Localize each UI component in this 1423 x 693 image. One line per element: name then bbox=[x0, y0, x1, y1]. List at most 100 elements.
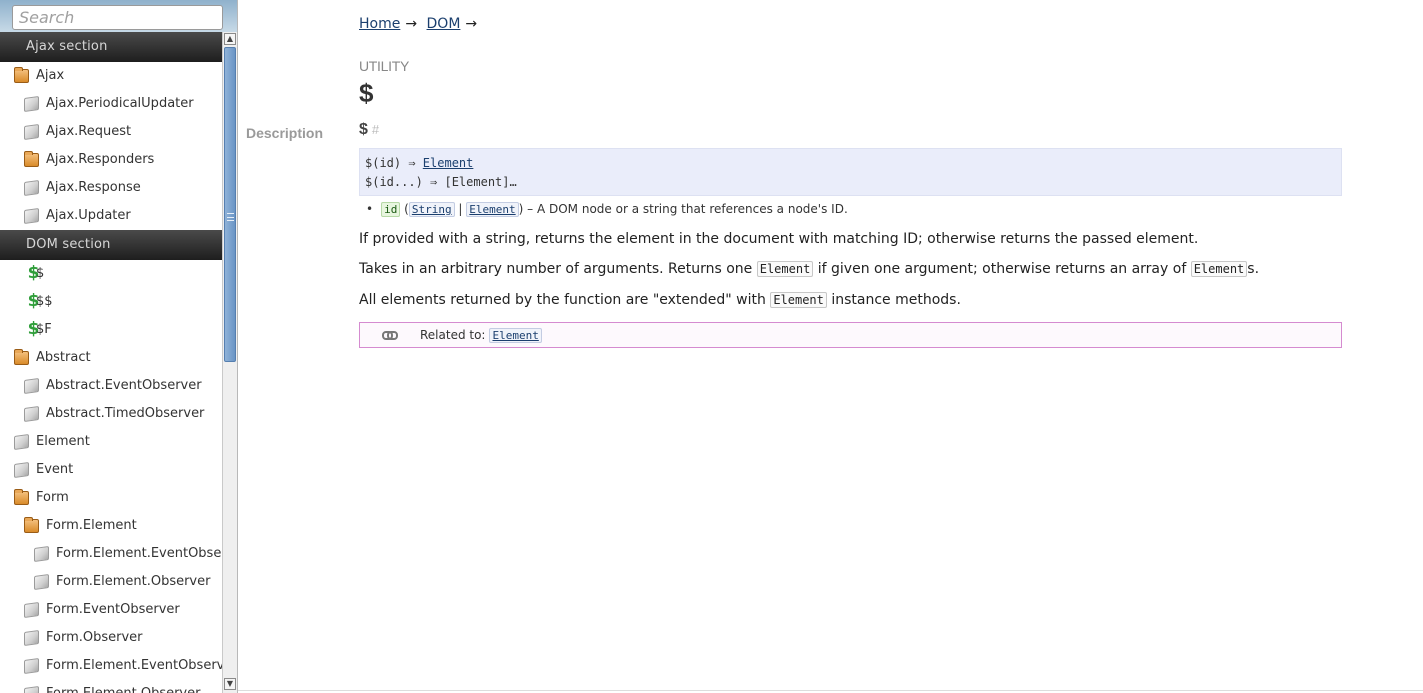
sidebar-item-label: Form.Element.Observer bbox=[46, 680, 200, 693]
folder-icon bbox=[14, 489, 29, 505]
sidebar-item[interactable]: Form bbox=[0, 484, 222, 512]
cube-icon bbox=[24, 179, 39, 197]
sidebar-item[interactable]: Ajax.PeriodicalUpdater bbox=[0, 90, 222, 118]
paragraph-2-text-b: if given one argument; otherwise returns… bbox=[813, 261, 1191, 277]
signature-box: $(id) ⇒ Element $(id...) ⇒ [Element]… bbox=[359, 148, 1342, 196]
folder-icon bbox=[14, 67, 29, 83]
cube-icon bbox=[14, 461, 29, 479]
sidebar-section-header: DOM section bbox=[0, 230, 222, 260]
folder-icon bbox=[24, 517, 39, 533]
related-element-link[interactable]: Element bbox=[489, 328, 542, 343]
inline-code-element: Element bbox=[756, 261, 814, 277]
folder-icon bbox=[14, 349, 29, 365]
breadcrumb: Home → DOM → bbox=[359, 16, 482, 32]
related-to-box: Related to: Element bbox=[359, 322, 1342, 348]
cube-icon bbox=[24, 95, 39, 113]
category-label: UTILITY bbox=[359, 58, 410, 74]
scroll-up-arrow-icon[interactable]: ▲ bbox=[224, 33, 236, 45]
inline-code-element: Element bbox=[770, 292, 827, 308]
cube-icon bbox=[34, 573, 49, 591]
sidebar-item-label: Form.Element bbox=[46, 518, 137, 533]
link-icon bbox=[382, 330, 398, 340]
param-description: – A DOM node or a string that references… bbox=[523, 202, 848, 216]
sidebar-item-label: $$ bbox=[36, 294, 53, 309]
sidebar-item-label: Abstract.EventObserver bbox=[46, 378, 202, 393]
method-permalink[interactable]: # bbox=[372, 122, 379, 137]
sidebar-item-label: Form.Element.EventObserver bbox=[46, 658, 222, 673]
breadcrumb-arrow-icon: → bbox=[405, 16, 418, 32]
description-paragraph-2: Takes in an arbitrary number of argument… bbox=[359, 261, 1259, 277]
sidebar-item[interactable]: $ $ bbox=[0, 260, 222, 288]
divider bbox=[238, 690, 1423, 691]
sidebar-section-header: Ajax section bbox=[0, 32, 222, 62]
cube-icon bbox=[24, 685, 39, 693]
cube-icon bbox=[24, 629, 39, 647]
cube-icon bbox=[34, 545, 49, 563]
description-paragraph-1: If provided with a string, returns the e… bbox=[359, 231, 1199, 247]
sidebar-item[interactable]: Ajax.Responders bbox=[0, 146, 222, 174]
sidebar-menu: Ajax section Ajax Ajax.PeriodicalUpdater Aj… bbox=[0, 32, 222, 693]
param-name: id bbox=[381, 202, 401, 217]
signature-line-2: $(id...) ⇒ [Element]… bbox=[365, 175, 517, 189]
sidebar-item[interactable]: $ $F bbox=[0, 316, 222, 344]
sidebar-item[interactable]: Form.Element bbox=[0, 512, 222, 540]
sidebar-item[interactable]: $ $$ bbox=[0, 288, 222, 316]
cube-icon bbox=[14, 433, 29, 451]
sidebar-item[interactable]: Ajax.Request bbox=[0, 118, 222, 146]
sidebar-item[interactable]: Form.Element.EventObserver bbox=[0, 652, 222, 680]
sidebar-item[interactable]: Form.Element.Observer bbox=[0, 568, 222, 596]
sidebar: Ajax section Ajax Ajax.PeriodicalUpdater Aj… bbox=[0, 0, 238, 693]
description-paragraph-3: All elements returned by the function ar… bbox=[359, 292, 961, 308]
breadcrumb-arrow-icon: → bbox=[465, 16, 478, 32]
sidebar-item[interactable]: Abstract bbox=[0, 344, 222, 372]
sidebar-item-label: Form bbox=[36, 490, 69, 505]
cube-icon bbox=[24, 377, 39, 395]
related-to-label: Related to: bbox=[420, 328, 486, 342]
sidebar-item[interactable]: Event bbox=[0, 456, 222, 484]
signature-element-link[interactable]: Element bbox=[423, 156, 474, 170]
sidebar-item[interactable]: Ajax bbox=[0, 62, 222, 90]
sidebar-item-label: Ajax.Updater bbox=[46, 208, 131, 223]
cube-icon bbox=[24, 123, 39, 141]
scrollbar-thumb[interactable] bbox=[224, 47, 236, 362]
cube-icon bbox=[24, 405, 39, 423]
sidebar-scrollbar[interactable]: ▲ ▼ bbox=[222, 32, 237, 693]
sidebar-item[interactable]: Abstract.TimedObserver bbox=[0, 400, 222, 428]
sidebar-item[interactable]: Element bbox=[0, 428, 222, 456]
method-heading: $ # bbox=[359, 121, 379, 139]
param-type-element-link[interactable]: Element bbox=[466, 202, 519, 217]
scrollbar-grip-icon bbox=[227, 213, 234, 221]
sidebar-item-label: Element bbox=[36, 434, 90, 449]
paragraph-2-text-a: Takes in an arbitrary number of argument… bbox=[359, 261, 757, 277]
method-name: $ bbox=[359, 121, 368, 138]
sidebar-item[interactable]: Abstract.EventObserver bbox=[0, 372, 222, 400]
breadcrumb-dom-link[interactable]: DOM bbox=[427, 16, 461, 32]
sidebar-item[interactable]: Ajax.Response bbox=[0, 174, 222, 202]
related-to-text: Related to: Element bbox=[420, 328, 542, 343]
scroll-down-arrow-icon[interactable]: ▼ bbox=[224, 678, 236, 690]
sidebar-item[interactable]: Form.Element.Observer bbox=[0, 680, 222, 693]
bullet-icon: • bbox=[366, 202, 374, 216]
parameter-list: • id (String | Element) – A DOM node or a… bbox=[366, 202, 848, 217]
sidebar-item-label: Event bbox=[36, 462, 74, 477]
sidebar-item[interactable]: Ajax.Updater bbox=[0, 202, 222, 230]
folder-icon bbox=[24, 151, 39, 167]
search-input[interactable] bbox=[12, 5, 223, 30]
param-type-string-link[interactable]: String bbox=[408, 202, 455, 217]
sidebar-item-label: Ajax.Response bbox=[46, 180, 141, 195]
sidebar-item[interactable]: Form.Observer bbox=[0, 624, 222, 652]
search-bar bbox=[0, 0, 237, 33]
sidebar-item-label: Ajax bbox=[36, 68, 65, 83]
sidebar-item[interactable]: Form.EventObserver bbox=[0, 596, 222, 624]
breadcrumb-home-link[interactable]: Home bbox=[359, 16, 400, 32]
sidebar-item-label: Ajax.Request bbox=[46, 124, 132, 139]
signature-line-1: $(id) ⇒ Element bbox=[365, 154, 1341, 173]
sidebar-item-label: Form.Element.EventObserver bbox=[56, 546, 222, 561]
main-content: Home → DOM → UTILITY $ Description $ # $(id… bbox=[238, 0, 1423, 693]
sidebar-item[interactable]: Form.Element.EventObserver bbox=[0, 540, 222, 568]
cube-icon bbox=[24, 601, 39, 619]
sidebar-item-label: Form.Observer bbox=[46, 630, 143, 645]
description-label: Description bbox=[246, 125, 324, 141]
sidebar-item-label: Ajax.PeriodicalUpdater bbox=[46, 96, 194, 111]
paragraph-2-text-c: s. bbox=[1247, 261, 1260, 277]
